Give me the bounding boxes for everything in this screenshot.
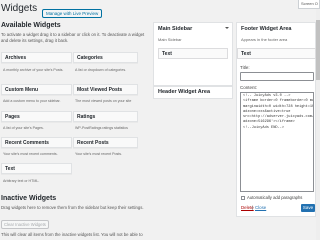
page-title: Widgets [1, 3, 38, 14]
footer-widget-text-header[interactable]: Text [237, 48, 316, 59]
content-label: Content: [240, 85, 258, 90]
auto-paragraphs-label: Automatically add paragraphs [247, 195, 303, 200]
content-line: <iframe border=0 frameborder=0 margin [243, 99, 314, 104]
widget-title: Text [162, 51, 172, 57]
widget-description: Add a custom menu to your sidebar. [3, 99, 61, 103]
auto-paragraphs-checkbox[interactable] [241, 196, 245, 200]
widget-title: Custom Menu [5, 87, 39, 93]
widget-text[interactable]: Text [1, 163, 72, 174]
widget-title: Recent Posts [77, 140, 109, 146]
widget-title: Text [241, 51, 251, 57]
inactive-widgets-note: This will clear all items from the inact… [1, 232, 143, 237]
main-sidebar-widget-text[interactable]: Text [158, 48, 228, 59]
main-sidebar-description: Main Sidebar [158, 37, 182, 42]
screen-options-tab[interactable]: Screen O [298, 0, 320, 9]
available-widgets-heading: Available Widgets [1, 22, 61, 29]
widget-ratings[interactable]: Ratings [73, 111, 138, 122]
footer-widget-area-title: Footer Widget Area [241, 26, 292, 32]
main-sidebar-title: Main Sidebar [158, 26, 193, 32]
widget-description: Your site's most recent Posts. [75, 152, 123, 156]
widget-description: A list of your site's Pages. [3, 126, 44, 130]
link-separator: | [252, 205, 254, 210]
widget-recent-posts[interactable]: Recent Posts [73, 137, 138, 148]
widget-title: Text [5, 166, 15, 172]
clear-inactive-widgets-button[interactable]: Clear Inactive Widgets [1, 220, 49, 229]
widget-title: Recent Comments [5, 140, 49, 146]
save-widget-button[interactable]: Save [301, 204, 315, 212]
widget-content-textarea[interactable]: <!-- JuicyAds v3.0 --> <iframe border=0 f… [240, 92, 314, 192]
widget-title-input[interactable] [240, 72, 314, 81]
footer-widget-area-description: Appears in the footer area [241, 37, 288, 42]
widget-description: The most viewed posts on your site [75, 99, 132, 103]
widget-custom-menu[interactable]: Custom Menu [1, 84, 72, 95]
inactive-widgets-description: Drag widgets here to remove them from th… [1, 205, 144, 210]
widget-categories[interactable]: Categories [73, 52, 138, 63]
widget-description: Your site's most recent comments. [3, 152, 58, 156]
widget-title: Categories [77, 55, 103, 61]
close-widget-link[interactable]: Close [255, 205, 266, 210]
widget-title: Most Viewed Posts [77, 87, 123, 93]
footer-widget-area-panel[interactable]: Footer Widget Area Appears in the footer… [236, 22, 316, 217]
widget-title: Pages [5, 114, 20, 120]
widget-pages[interactable]: Pages [1, 111, 72, 122]
main-sidebar-panel[interactable]: Main Sidebar Main Sidebar Text [153, 22, 233, 86]
widget-description: Arbitrary text or HTML. [3, 179, 40, 183]
widget-most-viewed-posts[interactable]: Most Viewed Posts [73, 84, 138, 95]
widget-description: A list or dropdown of categories. [75, 68, 127, 72]
scrollbar-thumb[interactable] [316, 20, 320, 80]
sidebar-toggle-arrow-icon[interactable] [225, 27, 229, 29]
widget-description: WP-PostRatings ratings statistics [75, 126, 128, 130]
content-line: <!--JuicyAds END--> [243, 125, 284, 130]
available-widgets-description: To activate a widget drag it to a sideba… [1, 32, 145, 43]
manage-live-preview-button[interactable]: Manage with Live Preview [42, 9, 103, 18]
header-widget-area-panel[interactable]: Header Widget Area [153, 86, 233, 99]
widget-recent-comments[interactable]: Recent Comments [1, 137, 72, 148]
widget-title: Ratings [77, 114, 96, 120]
header-widget-area-title: Header Widget Area [158, 89, 211, 95]
inactive-widgets-heading: Inactive Widgets [1, 195, 57, 202]
widget-title: Archives [5, 55, 27, 61]
title-label: Title: [240, 65, 250, 70]
widget-archives[interactable]: Archives [1, 52, 72, 63]
widget-description: A monthly archive of your site's Posts. [3, 68, 64, 72]
